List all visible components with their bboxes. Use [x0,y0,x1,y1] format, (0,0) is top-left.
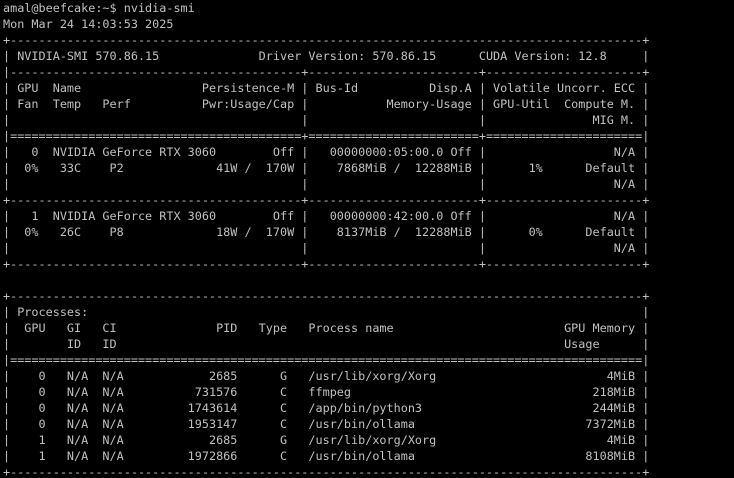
output-line: | 0 NVIDIA GeForce RTX 3060 Off | 000000… [3,145,650,159]
output-line: | ID ID Usage | [3,337,650,351]
output-line: | 0 N/A N/A 2685 G /usr/lib/xorg/Xorg 4M… [3,369,650,383]
output-line: | 0% 26C P8 18W / 170W | 8137MiB / 12288… [3,225,650,239]
output-line: +---------------------------------------… [3,193,650,207]
command-prompt: amal@beefcake:~$ nvidia-smi [3,1,195,15]
output-line: | | | N/A | [3,177,650,191]
output-line: | 1 N/A N/A 1972866 C /usr/bin/ollama 81… [3,449,650,463]
terminal-window[interactable]: amal@beefcake:~$ nvidia-smi Mon Mar 24 1… [0,0,734,478]
output-line: | Processes: | [3,305,650,319]
output-line: +---------------------------------------… [3,33,650,47]
output-line: |=======================================… [3,129,650,143]
nvidia-smi-output: Mon Mar 24 14:03:53 2025 +---------------… [3,16,734,478]
output-line: Mon Mar 24 14:03:53 2025 [3,17,174,31]
output-line: | GPU GI CI PID Type Process name GPU Me… [3,321,650,335]
output-line: +---------------------------------------… [3,289,650,303]
output-line: | 0 N/A N/A 1743614 C /app/bin/python3 2… [3,401,650,415]
output-line: | 0 N/A N/A 1953147 C /usr/bin/ollama 73… [3,417,650,431]
output-line: |---------------------------------------… [3,65,650,79]
output-line: | | | MIG M. | [3,113,650,127]
output-line: +---------------------------------------… [3,257,650,271]
output-line: | 0% 33C P2 41W / 170W | 7868MiB / 12288… [3,161,650,175]
output-line: | 1 N/A N/A 2685 G /usr/lib/xorg/Xorg 4M… [3,433,650,447]
output-line: | | | N/A | [3,241,650,255]
output-line: | 0 N/A N/A 731576 C ffmpeg 218MiB | [3,385,650,399]
output-line: +---------------------------------------… [3,465,650,478]
output-line: | Fan Temp Perf Pwr:Usage/Cap | Memory-U… [3,97,650,111]
output-line: | NVIDIA-SMI 570.86.15 Driver Version: 5… [3,49,650,63]
output-line: |=======================================… [3,353,650,367]
output-line: | 1 NVIDIA GeForce RTX 3060 Off | 000000… [3,209,650,223]
output-line: | GPU Name Persistence-M | Bus-Id Disp.A… [3,81,650,95]
